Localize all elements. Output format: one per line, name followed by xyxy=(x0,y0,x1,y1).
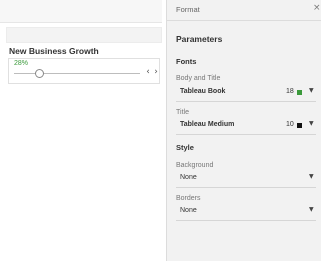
style-heading: Style xyxy=(176,143,194,152)
chevron-down-icon: ▼ xyxy=(309,120,314,127)
title-font-value: Tableau Medium xyxy=(180,121,235,128)
dashboard-placeholder-bar xyxy=(6,27,162,43)
chevron-down-icon: ▼ xyxy=(309,87,314,94)
title-color-swatch[interactable] xyxy=(297,123,302,128)
title-label: Title xyxy=(176,109,189,116)
field-divider xyxy=(176,101,316,102)
chevron-down-icon: ▼ xyxy=(309,173,314,180)
parameter-title: New Business Growth xyxy=(9,46,99,56)
borders-dropdown[interactable]: None ▼ xyxy=(176,205,316,219)
parameter-control[interactable]: New Business Growth 28% ‹ › xyxy=(6,45,160,85)
section-title: Parameters xyxy=(176,34,223,44)
format-panel: Format × Parameters Fonts Body and Title… xyxy=(166,0,321,261)
background-value: None xyxy=(180,174,197,181)
body-title-font-value: Tableau Book xyxy=(180,88,226,95)
format-panel-title: Format xyxy=(176,5,200,14)
next-value-button[interactable]: › xyxy=(152,67,160,77)
field-divider xyxy=(176,220,316,221)
slider-thumb[interactable] xyxy=(35,69,45,78)
format-panel-header: Format × xyxy=(167,0,321,21)
body-title-label: Body and Title xyxy=(176,75,221,82)
fonts-heading: Fonts xyxy=(176,57,197,66)
close-icon[interactable]: × xyxy=(313,3,321,13)
body-title-font-dropdown[interactable]: Tableau Book 18 ▼ xyxy=(176,86,316,100)
borders-label: Borders xyxy=(176,195,201,202)
borders-value: None xyxy=(180,207,197,214)
title-font-size: 10 xyxy=(286,121,294,128)
background-label: Background xyxy=(176,162,214,169)
field-divider xyxy=(176,134,316,135)
chevron-down-icon: ▼ xyxy=(309,206,314,213)
body-title-color-swatch[interactable] xyxy=(297,90,302,95)
field-divider xyxy=(176,187,316,188)
body-title-font-size: 18 xyxy=(286,88,294,95)
dashboard-canvas: New Business Growth 28% ‹ › xyxy=(0,0,166,261)
title-font-dropdown[interactable]: Tableau Medium 10 ▼ xyxy=(176,119,316,133)
previous-value-button[interactable]: ‹ xyxy=(144,67,152,77)
parameter-value: 28% xyxy=(14,60,29,67)
background-dropdown[interactable]: None ▼ xyxy=(176,172,316,186)
dashboard-top-strip xyxy=(0,0,162,23)
parameter-slider-box: 28% ‹ › xyxy=(8,58,160,84)
slider-track[interactable] xyxy=(14,73,140,74)
